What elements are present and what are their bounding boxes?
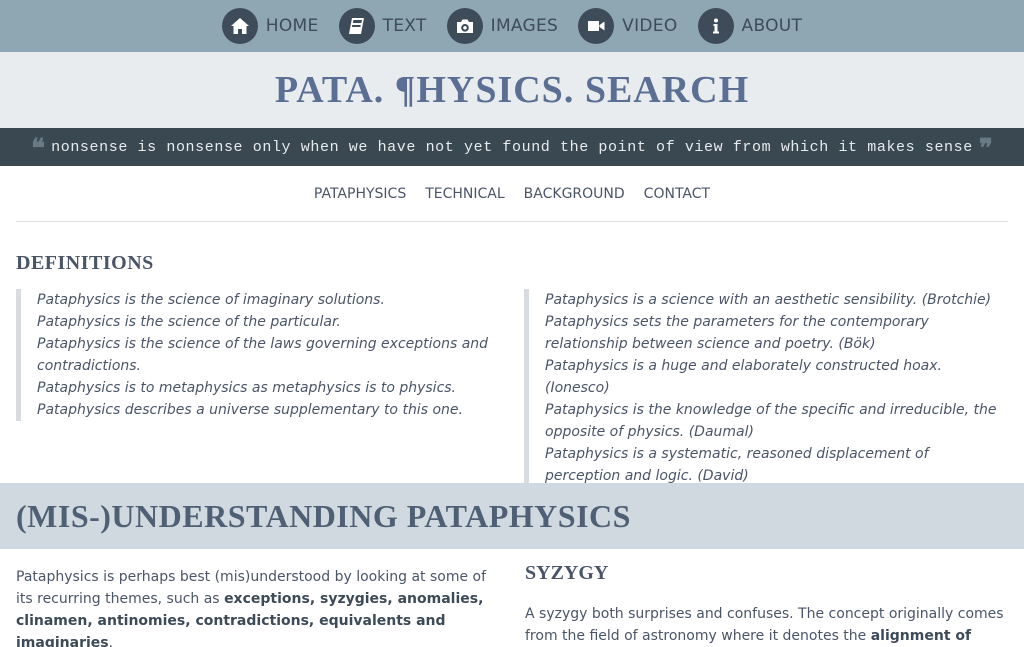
definition-line: Pataphysics is a science with an aesthet… [545, 292, 992, 308]
intro-end: . [108, 635, 114, 647]
syzygy-paragraph: A syzygy both surprises and confuses. Th… [525, 603, 1008, 647]
syzygy-heading: SYZYGY [525, 562, 609, 584]
definitions-left-column: Pataphysics is the science of imaginary … [16, 289, 500, 487]
subnav-contact[interactable]: CONTACT [644, 186, 710, 202]
quote-text: nonsense is nonsense only when we have n… [51, 138, 973, 156]
bottom-content: Pataphysics is perhaps best (mis)underst… [0, 562, 1024, 647]
quote-bar: ❝ nonsense is nonsense only when we have… [0, 128, 1024, 166]
nav-home[interactable]: HOME [221, 8, 319, 44]
definitions-section: DEFINITIONS Pataphysics is the science o… [0, 222, 1024, 487]
top-nav: HOME TEXT IMAGES VIDEO ABOUT [0, 0, 1024, 52]
nav-images[interactable]: IMAGES [446, 8, 559, 44]
book-icon [338, 8, 375, 44]
subnav-background[interactable]: BACKGROUND [524, 186, 625, 202]
definitions-left-quote: Pataphysics is the science of imaginary … [16, 289, 500, 421]
open-quote-icon: ❝ [31, 134, 46, 163]
nav-text[interactable]: TEXT [338, 8, 427, 44]
misunderstanding-heading: (MIS-)UNDERSTANDING PATAPHYSICS [16, 497, 631, 534]
nav-text-label: TEXT [382, 16, 427, 36]
nav-video-label: VIDEO [622, 16, 678, 36]
subnav-technical[interactable]: TECHNICAL [425, 186, 504, 202]
subnav-pataphysics[interactable]: PATAPHYSICS [314, 186, 406, 202]
definition-line: Pataphysics is to metaphysics as metaphy… [37, 380, 457, 396]
definition-line: Pataphysics is the science of imaginary … [37, 292, 385, 308]
syzygy-column: SYZYGY A syzygy both surprises and confu… [499, 562, 1008, 647]
info-icon [697, 8, 734, 44]
close-quote-icon: ❞ [978, 134, 993, 163]
nav-about-label: ABOUT [741, 16, 803, 36]
definitions-heading: DEFINITIONS [16, 252, 154, 274]
definitions-right-quote: Pataphysics is a science with an aesthet… [524, 289, 1008, 487]
camera-icon [446, 8, 483, 44]
nav-home-label: HOME [265, 16, 319, 36]
title-bar: PATA. ¶HYSICS. SEARCH [0, 52, 1024, 128]
video-camera-icon [578, 8, 615, 44]
definition-line: Pataphysics sets the parameters for the … [545, 314, 929, 352]
definitions-right-column: Pataphysics is a science with an aesthet… [500, 289, 1008, 487]
definition-line: Pataphysics is a huge and elaborately co… [545, 358, 942, 396]
definition-line: Pataphysics describes a universe supplem… [37, 402, 463, 418]
nav-images-label: IMAGES [490, 16, 559, 36]
home-icon [221, 8, 258, 44]
site-title[interactable]: PATA. ¶HYSICS. SEARCH [275, 68, 749, 112]
definition-line: Pataphysics is a systematic, reasoned di… [545, 446, 929, 484]
nav-about[interactable]: ABOUT [697, 8, 803, 44]
sub-nav: PATAPHYSICS TECHNICAL BACKGROUND CONTACT [16, 166, 1008, 222]
intro-paragraph: Pataphysics is perhaps best (mis)underst… [16, 566, 499, 647]
definition-line: Pataphysics is the science of the laws g… [37, 336, 489, 374]
nav-video[interactable]: VIDEO [578, 8, 677, 44]
definition-line: Pataphysics is the science of the partic… [37, 314, 341, 330]
intro-column: Pataphysics is perhaps best (mis)underst… [16, 566, 499, 647]
misunderstanding-band: (MIS-)UNDERSTANDING PATAPHYSICS [0, 483, 1024, 549]
definition-line: Pataphysics is the knowledge of the spec… [545, 402, 997, 440]
